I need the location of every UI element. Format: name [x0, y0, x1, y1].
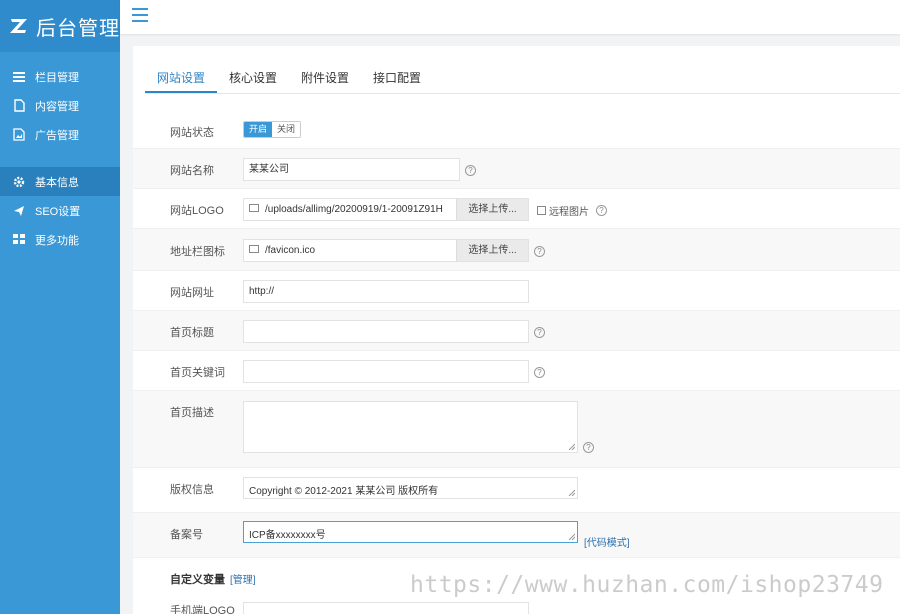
home-title-label: 首页标题 — [170, 327, 214, 339]
help-icon[interactable]: ? — [534, 327, 545, 338]
help-icon[interactable]: ? — [534, 367, 545, 378]
form-row-url: 网站网址 http:// — [133, 271, 900, 311]
form-row-home-keywords: 首页关键词 ? — [133, 351, 900, 391]
sidebar-item-seo[interactable]: SEO设置 — [0, 196, 120, 225]
home-desc-textarea[interactable] — [243, 401, 578, 453]
form-row-home-title: 首页标题 ? — [133, 311, 900, 351]
sidebar-item-label: 内容管理 — [35, 100, 79, 113]
logo-label: 网站LOGO — [170, 205, 224, 217]
status-label: 网站状态 — [170, 127, 214, 139]
sidebar-item-label: 更多功能 — [35, 234, 79, 247]
custom-vars-label: 自定义变量 — [170, 574, 225, 586]
logo-path-value: /uploads/allimg/20200919/1-20091Z91H — [265, 204, 443, 215]
form-row-logo: 网站LOGO /uploads/allimg/20200919/1-20091Z… — [133, 189, 900, 229]
remote-image-option[interactable]: 远程图片 — [537, 203, 589, 218]
tab-api-config[interactable]: 接口配置 — [361, 66, 433, 93]
send-icon — [12, 204, 26, 218]
status-off-option[interactable]: 关闭 — [272, 122, 301, 137]
form-row-status: 网站状态 开启 关闭 — [133, 112, 900, 149]
site-url-input[interactable]: http:// — [243, 280, 529, 303]
home-keywords-input[interactable] — [243, 360, 529, 383]
mobile-logo-input[interactable] — [243, 602, 529, 614]
logo-path-input[interactable]: /uploads/allimg/20200919/1-20091Z91H 选择上… — [243, 198, 529, 221]
remote-image-label: 远程图片 — [549, 207, 589, 218]
help-icon[interactable]: ? — [596, 205, 607, 216]
tab-core-settings[interactable]: 核心设置 — [217, 66, 289, 93]
favicon-path-value: /favicon.ico — [265, 245, 316, 256]
icp-label: 备案号 — [170, 529, 203, 541]
help-icon[interactable]: ? — [534, 246, 545, 257]
manage-link[interactable]: [管理] — [230, 571, 256, 586]
favicon-upload-button[interactable]: 选择上传... — [456, 240, 528, 261]
logo[interactable]: 后台管理 — [0, 0, 120, 52]
form-row-favicon: 地址栏图标 /favicon.ico 选择上传... ? — [133, 229, 900, 271]
mobile-logo-label: 手机端LOGO — [170, 605, 235, 614]
form-row-home-desc: 首页描述 ? — [133, 391, 900, 468]
sidebar-item-content[interactable]: 内容管理 — [0, 91, 120, 120]
copyright-label: 版权信息 — [170, 484, 214, 496]
form-row-copyright: 版权信息 Copyright © 2012-2021 某某公司 版权所有 — [133, 468, 900, 513]
sidebar-item-label: 基本信息 — [35, 176, 79, 189]
resize-handle-icon[interactable] — [568, 489, 575, 496]
sidebar-item-basic-info[interactable]: 基本信息 — [0, 167, 120, 196]
sidebar-item-column[interactable]: 栏目管理 — [0, 62, 120, 91]
gear-icon — [12, 175, 26, 189]
favicon-path-input[interactable]: /favicon.ico 选择上传... — [243, 239, 529, 262]
form-row-icp: 备案号 ICP备xxxxxxxx号 [代码模式] — [133, 513, 900, 558]
sidebar-item-label: 广告管理 — [35, 129, 79, 142]
sidebar-item-label: SEO设置 — [35, 205, 81, 218]
icp-value: ICP备xxxxxxxx号 — [249, 530, 326, 541]
main-panel: 网站设置 核心设置 附件设置 接口配置 网站状态 开启 关闭 网站名称 某某公司… — [133, 46, 900, 614]
home-title-input[interactable] — [243, 320, 529, 343]
sidebar: 后台管理 栏目管理 内容管理 广告管理 基本信息 SEO设置 更多功能 — [0, 0, 120, 614]
tab-bar: 网站设置 核心设置 附件设置 接口配置 — [145, 66, 900, 94]
sidebar-item-label: 栏目管理 — [35, 71, 79, 84]
list-icon — [12, 70, 26, 84]
name-label: 网站名称 — [170, 165, 214, 177]
menu-toggle-icon[interactable] — [132, 8, 148, 22]
image-file-icon — [249, 204, 259, 213]
grid-icon — [12, 233, 26, 247]
image-file-icon — [249, 245, 259, 254]
sidebar-item-more[interactable]: 更多功能 — [0, 225, 120, 254]
help-icon[interactable]: ? — [465, 165, 476, 176]
app-title: 后台管理 — [36, 15, 120, 40]
tab-site-settings[interactable]: 网站设置 — [145, 66, 218, 93]
remote-image-checkbox[interactable] — [537, 206, 546, 215]
watermark: https://www.huzhan.com/ishop23749 — [410, 572, 884, 598]
copyright-value: Copyright © 2012-2021 某某公司 版权所有 — [249, 486, 439, 497]
form-row-name: 网站名称 某某公司 ? — [133, 149, 900, 189]
logo-icon — [8, 15, 30, 37]
resize-handle-icon[interactable] — [568, 533, 575, 540]
image-icon — [12, 128, 26, 142]
copyright-textarea[interactable]: Copyright © 2012-2021 某某公司 版权所有 — [243, 477, 578, 499]
status-toggle[interactable]: 开启 关闭 — [243, 121, 302, 138]
document-icon — [12, 99, 26, 113]
logo-upload-button[interactable]: 选择上传... — [456, 199, 528, 220]
tab-attachment-settings[interactable]: 附件设置 — [289, 66, 361, 93]
icp-textarea[interactable]: ICP备xxxxxxxx号 — [243, 521, 578, 543]
favicon-label: 地址栏图标 — [170, 246, 225, 258]
code-mode-link[interactable]: [代码模式] — [584, 534, 630, 549]
site-name-input[interactable]: 某某公司 — [243, 158, 460, 181]
resize-handle-icon[interactable] — [568, 443, 575, 450]
sidebar-item-ads[interactable]: 广告管理 — [0, 120, 120, 149]
top-bar — [120, 0, 900, 34]
home-keywords-label: 首页关键词 — [170, 367, 225, 379]
home-desc-label: 首页描述 — [170, 407, 214, 419]
help-icon[interactable]: ? — [583, 442, 594, 453]
status-on-option[interactable]: 开启 — [244, 122, 273, 137]
url-label: 网站网址 — [170, 287, 214, 299]
